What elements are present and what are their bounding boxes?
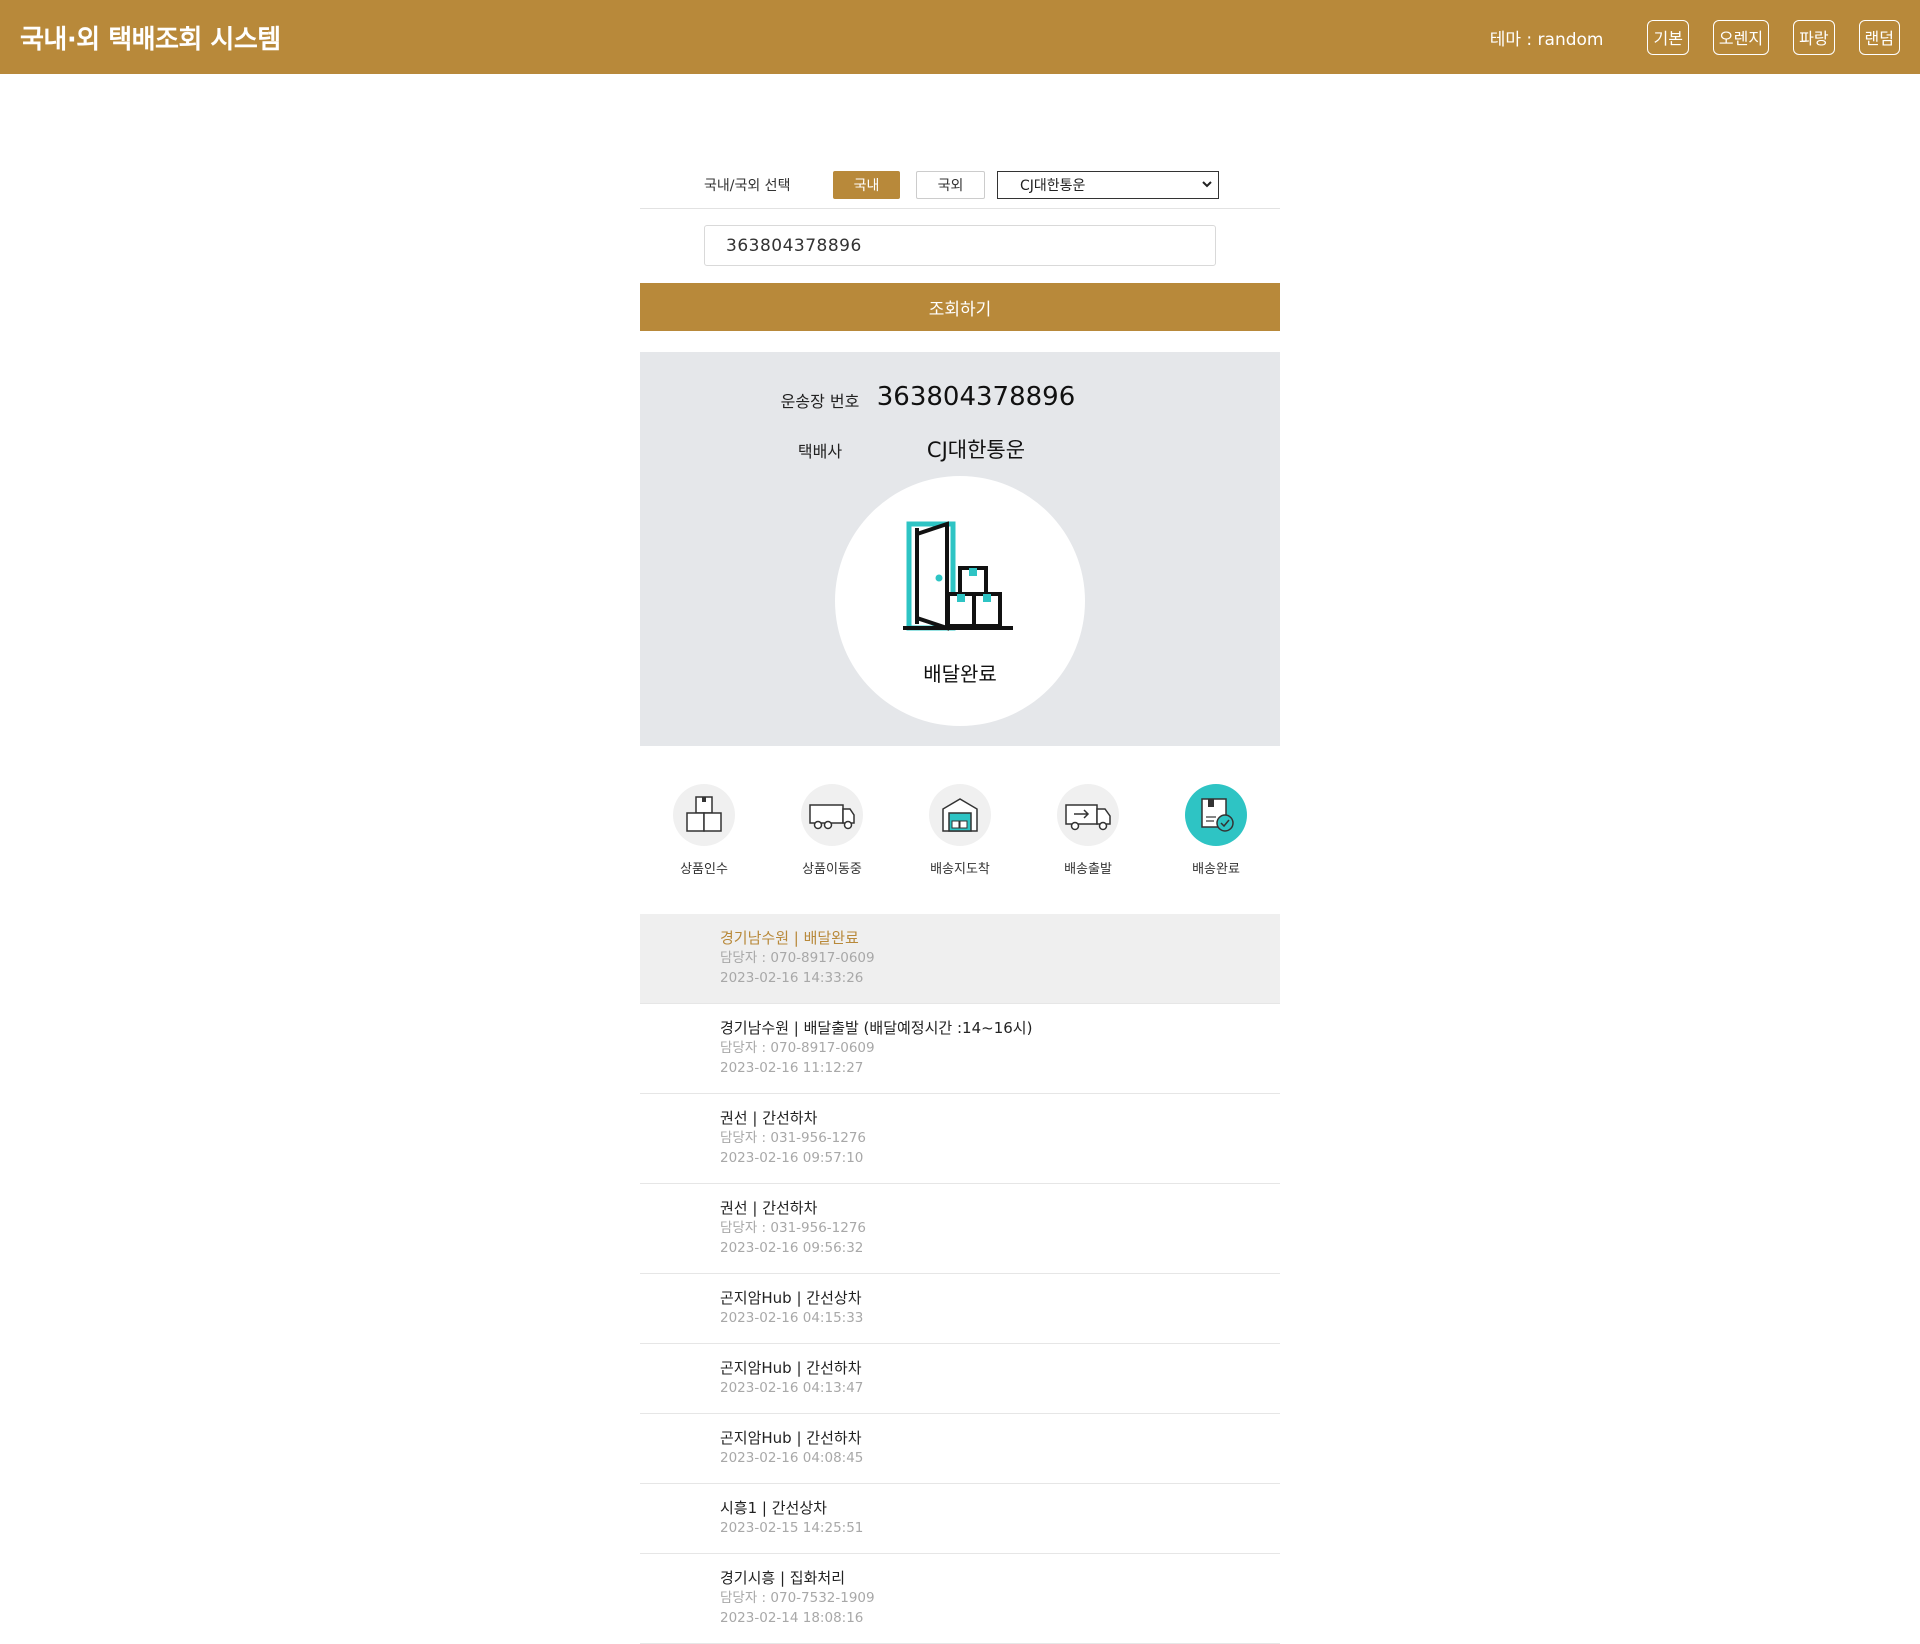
step-item: 배송완료 — [1161, 784, 1271, 877]
event-time: 2023-02-16 09:56:32 — [720, 1240, 864, 1256]
carrier-select-value: CJ대한통운 — [1020, 178, 1086, 194]
step-label: 상품인수 — [680, 862, 728, 877]
search-button[interactable]: 조회하기 — [640, 283, 1280, 331]
event-time: 2023-02-16 04:13:47 — [720, 1380, 864, 1396]
list-item: 곤지암Hub | 간선하차 2023-02-16 04:08:45 — [640, 1414, 1280, 1484]
theme-button-blue[interactable]: 파랑 — [1793, 19, 1835, 55]
event-time: 2023-02-16 14:33:26 — [720, 970, 864, 986]
tracking-number-input[interactable] — [704, 225, 1216, 266]
step-item: 배송출발 — [1033, 784, 1143, 877]
event-contact: 담당자 : 070-7532-1909 — [720, 1590, 875, 1606]
step-item: 상품이동중 — [777, 784, 887, 877]
event-title: 경기시흥 | 집화처리 — [720, 1569, 845, 1587]
event-title: 곤지암Hub | 간선하차 — [720, 1429, 862, 1447]
top-bar: 국내·외 택배조회 시스템 테마 : random 기본 오렌지 파랑 랜덤 — [0, 0, 1920, 74]
event-title: 경기남수원 | 배달출발 (배달예정시간 :14~16시) — [720, 1019, 1033, 1037]
event-contact: 담당자 : 070-8917-0609 — [720, 1040, 875, 1056]
event-title: 권선 | 간선하차 — [720, 1199, 818, 1217]
door-delivery-icon — [903, 521, 1013, 631]
step-label: 배송지도착 — [930, 862, 990, 877]
event-contact: 담당자 : 031-956-1276 — [720, 1130, 867, 1146]
domestic-toggle[interactable]: 국내 — [833, 171, 900, 199]
delivery-van-icon — [1057, 784, 1119, 846]
event-contact: 담당자 : 070-8917-0609 — [720, 950, 875, 966]
event-contact: 담당자 : 031-956-1276 — [720, 1220, 867, 1236]
event-title: 곤지암Hub | 간선상차 — [720, 1289, 862, 1307]
event-title: 경기남수원 | 배달완료 — [720, 929, 859, 947]
theme-button-default[interactable]: 기본 — [1647, 19, 1689, 55]
status-badge: 배달완료 — [835, 476, 1085, 726]
warehouse-icon — [929, 784, 991, 846]
event-time: 2023-02-16 11:12:27 — [720, 1060, 864, 1076]
carrier-selector-row: 국내/국외 선택 국내 국외 CJ대한통운 — [640, 169, 1280, 209]
tracking-events-list: 경기남수원 | 배달완료 담당자 : 070-8917-0609 2023-02… — [640, 914, 1280, 1644]
status-label: 배달완료 — [923, 662, 997, 686]
selector-label: 국내/국외 선택 — [704, 178, 791, 194]
theme-switcher: 테마 : random 기본 오렌지 파랑 랜덤 — [1489, 19, 1900, 55]
package-check-icon — [1185, 784, 1247, 846]
step-item: 배송지도착 — [905, 784, 1015, 877]
list-item: 권선 | 간선하차 담당자 : 031-956-1276 2023-02-16 … — [640, 1184, 1280, 1274]
event-title: 곤지암Hub | 간선하차 — [720, 1359, 862, 1377]
carrier-select[interactable]: CJ대한통운 — [997, 171, 1219, 199]
app-title: 국내·외 택배조회 시스템 — [20, 24, 281, 55]
event-title: 권선 | 간선하차 — [720, 1109, 818, 1127]
event-time: 2023-02-16 09:57:10 — [720, 1150, 864, 1166]
theme-label: 테마 : random — [1489, 29, 1604, 50]
event-title: 시흥1 | 간선상차 — [720, 1499, 827, 1517]
boxes-icon — [673, 784, 735, 846]
step-item: 상품인수 — [649, 784, 759, 877]
progress-steps: 상품인수 상품이동중 배송지도착 배송출발 배송완료 — [640, 784, 1280, 884]
theme-button-random[interactable]: 랜덤 — [1858, 19, 1900, 55]
event-time: 2023-02-16 04:08:45 — [720, 1450, 864, 1466]
list-item: 경기남수원 | 배달완료 담당자 : 070-8917-0609 2023-02… — [640, 914, 1280, 1004]
list-item: 권선 | 간선하차 담당자 : 031-956-1276 2023-02-16 … — [640, 1094, 1280, 1184]
step-label: 배송출발 — [1064, 862, 1112, 877]
truck-icon — [801, 784, 863, 846]
theme-button-orange[interactable]: 오렌지 — [1712, 19, 1770, 55]
step-label: 상품이동중 — [802, 862, 862, 877]
list-item: 시흥1 | 간선상차 2023-02-15 14:25:51 — [640, 1484, 1280, 1554]
event-time: 2023-02-14 18:08:16 — [720, 1610, 864, 1626]
list-item: 경기시흥 | 집화처리 담당자 : 070-7532-1909 2023-02-… — [640, 1554, 1280, 1644]
list-item: 곤지암Hub | 간선상차 2023-02-16 04:15:33 — [640, 1274, 1280, 1344]
event-time: 2023-02-15 14:25:51 — [720, 1520, 864, 1536]
list-item: 곤지암Hub | 간선하차 2023-02-16 04:13:47 — [640, 1344, 1280, 1414]
step-label: 배송완료 — [1192, 862, 1240, 877]
international-toggle[interactable]: 국외 — [916, 171, 985, 199]
event-time: 2023-02-16 04:15:33 — [720, 1310, 864, 1326]
chevron-down-icon — [1202, 181, 1212, 188]
waybill-value: 363804378896 — [876, 382, 1076, 412]
list-item: 경기남수원 | 배달출발 (배달예정시간 :14~16시) 담당자 : 070-… — [640, 1004, 1280, 1094]
carrier-value: CJ대한통운 — [926, 438, 1026, 462]
result-panel: 운송장 번호 363804378896 택배사 CJ대한통운 배달완료 — [640, 352, 1280, 746]
